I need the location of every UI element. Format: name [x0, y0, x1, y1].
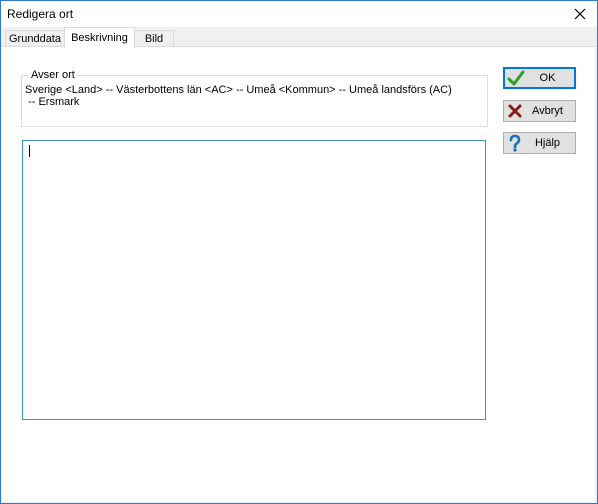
- close-button[interactable]: [563, 1, 597, 27]
- cancel-button-label: Avbryt: [532, 105, 563, 117]
- help-button[interactable]: Hjälp: [503, 132, 576, 154]
- ok-button-label: OK: [539, 72, 556, 84]
- tab-beskrivning[interactable]: Beskrivning: [64, 27, 135, 48]
- tab-bild[interactable]: Bild: [134, 30, 174, 47]
- cancel-button[interactable]: Avbryt: [503, 100, 576, 122]
- x-icon: [504, 101, 526, 121]
- dialog-window: Redigera ort Grunddata Beskrivning Bild …: [0, 0, 598, 504]
- ok-button[interactable]: OK: [503, 67, 576, 89]
- question-icon: [504, 133, 526, 153]
- title-bar: Redigera ort: [1, 1, 597, 27]
- help-button-label: Hjälp: [534, 137, 561, 149]
- window-title: Redigera ort: [7, 7, 74, 21]
- check-icon: [505, 68, 527, 88]
- tab-strip: Grunddata Beskrivning Bild: [1, 27, 597, 48]
- description-textarea[interactable]: [22, 140, 486, 420]
- location-path-text: Sverige <Land> -- Västerbottens län <AC>…: [25, 84, 452, 108]
- text-caret: [29, 145, 30, 157]
- tab-grunddata[interactable]: Grunddata: [5, 30, 65, 47]
- groupbox-legend: Avser ort: [29, 69, 77, 81]
- location-groupbox: Avser ort Sverige <Land> -- Västerbotten…: [21, 69, 488, 127]
- close-icon: [574, 8, 586, 20]
